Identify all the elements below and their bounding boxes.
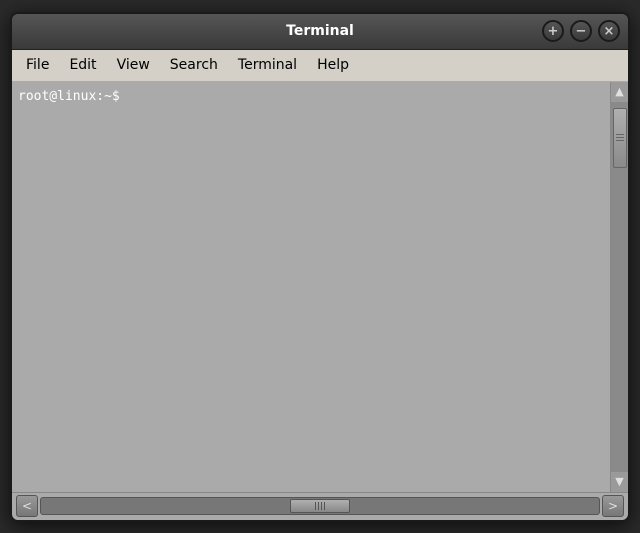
scroll-down-arrow[interactable]: ▼ (611, 472, 628, 492)
h-grip-4 (324, 502, 325, 510)
grip-line-1 (616, 134, 624, 135)
menu-view[interactable]: View (107, 53, 160, 77)
scroll-thumb-vertical[interactable] (613, 108, 627, 168)
scroll-right-arrow[interactable]: > (602, 495, 624, 517)
grip-line-3 (616, 140, 624, 141)
scroll-left-arrow[interactable]: < (16, 495, 38, 517)
menu-edit[interactable]: Edit (59, 53, 106, 77)
scroll-track-vertical[interactable] (611, 102, 628, 472)
h-grip-2 (318, 502, 319, 510)
menu-search[interactable]: Search (160, 53, 228, 77)
scroll-thumb-horizontal[interactable] (290, 499, 350, 513)
horizontal-scrollbar: < > (12, 492, 628, 520)
menu-bar: File Edit View Search Terminal Help (12, 50, 628, 82)
menu-terminal[interactable]: Terminal (228, 53, 307, 77)
terminal-window: Terminal + − × File Edit View Search Ter… (10, 12, 630, 522)
vertical-scrollbar: ▲ ▼ (610, 82, 628, 492)
title-bar: Terminal + − × (12, 14, 628, 50)
grip-line-2 (616, 137, 624, 138)
menu-file[interactable]: File (16, 53, 59, 77)
h-grip-3 (321, 502, 322, 510)
close-button[interactable]: × (598, 20, 620, 42)
scroll-up-arrow[interactable]: ▲ (611, 82, 628, 102)
window-controls: + − × (540, 20, 620, 42)
menu-help[interactable]: Help (307, 53, 359, 77)
scroll-grip (616, 134, 624, 141)
terminal-prompt: root@linux:~$ (18, 88, 604, 106)
content-area: root@linux:~$ ▲ ▼ (12, 82, 628, 492)
scroll-track-horizontal[interactable] (40, 497, 600, 515)
terminal-body[interactable]: root@linux:~$ (12, 82, 610, 492)
add-button[interactable]: + (542, 20, 564, 42)
minimize-button[interactable]: − (570, 20, 592, 42)
h-grip-1 (315, 502, 316, 510)
h-grip-lines (315, 502, 325, 510)
window-title: Terminal (100, 23, 540, 39)
